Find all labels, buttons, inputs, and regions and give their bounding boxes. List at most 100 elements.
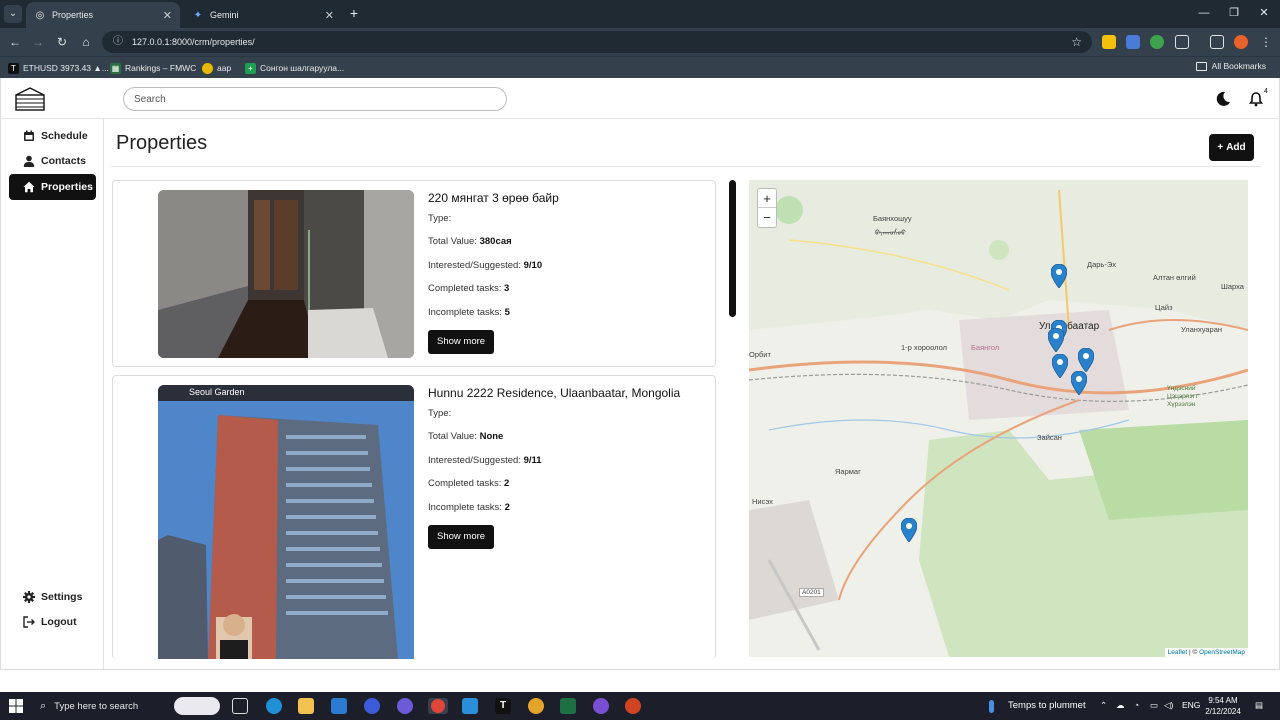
language-indicator[interactable]: ENG (1182, 700, 1200, 710)
weather-widget[interactable]: Temps to plummet (1008, 700, 1086, 711)
attribution-separator: | © (1187, 649, 1200, 656)
excel-icon[interactable] (560, 698, 576, 714)
sidebar-item-contacts[interactable]: Contacts (9, 148, 96, 174)
map-marker-icon[interactable] (901, 518, 917, 542)
property-image[interactable]: Seoul Garden (158, 385, 414, 659)
bookmark-item[interactable]: T ETHUSD 3973.43 ▲... (8, 61, 109, 75)
bookmark-item[interactable]: + Сонгон шалгаруула... (245, 61, 344, 75)
zoom-in-button[interactable]: + (758, 189, 776, 208)
property-title: 220 мянгат 3 өрөө байр (428, 191, 559, 205)
total-value: None (479, 431, 504, 443)
map-label: Дарь-Эх (1087, 260, 1116, 269)
side-panel-icon[interactable] (1210, 35, 1224, 49)
wifi-icon[interactable]: ◔ (1134, 700, 1139, 710)
dark-mode-moon-icon[interactable] (1215, 91, 1231, 107)
notification-center-icon[interactable]: ▤ (1255, 700, 1263, 711)
menu-kebab-icon[interactable]: ⋮ (1257, 33, 1275, 51)
chrome-icon[interactable] (428, 698, 448, 714)
incomplete-label: Incomplete tasks: (428, 306, 502, 318)
bookmark-item[interactable]: аар (202, 61, 231, 75)
home-button[interactable]: ⌂ (77, 33, 95, 51)
osm-link[interactable]: OpenStreetMap (1199, 649, 1245, 656)
close-icon[interactable]: ✕ (163, 9, 172, 22)
tab-title: Properties (52, 10, 94, 20)
windows-taskbar: ⌕ Type here to search T Temps to plummet… (0, 692, 1280, 720)
app-icon[interactable] (364, 698, 380, 714)
forward-button[interactable]: → (29, 33, 47, 51)
edge-icon[interactable] (266, 698, 282, 714)
tab-properties[interactable]: ◎ Properties ✕ (26, 2, 180, 28)
url-text: 127.0.0.1:8000/crm/properties/ (132, 37, 255, 47)
sheets-icon: + (245, 62, 256, 74)
powerpoint-icon[interactable] (625, 698, 641, 714)
notification-bell-icon[interactable] (1248, 91, 1264, 107)
completed-label: Completed tasks: (428, 478, 502, 490)
map-marker-icon[interactable] (1048, 328, 1064, 352)
leaflet-link[interactable]: Leaflet (1168, 649, 1188, 656)
completed-value: 2 (504, 478, 510, 490)
incomplete-row: Incomplete tasks: 2 (428, 500, 688, 523)
bookmark-star-icon[interactable]: ☆ (1071, 35, 1082, 49)
restore-button[interactable]: ❐ (1224, 5, 1244, 21)
logout-icon (23, 616, 35, 628)
bookmark-item[interactable]: ▦ Rankings – FMWC (110, 61, 196, 75)
search-input[interactable] (123, 87, 507, 111)
close-window-button[interactable]: ✕ (1254, 5, 1274, 21)
volume-icon[interactable]: ◁) (1164, 700, 1173, 711)
reload-button[interactable]: ↻ (53, 33, 71, 51)
profile-avatar[interactable] (1234, 35, 1248, 49)
app-icon[interactable] (528, 698, 544, 714)
messenger-icon[interactable] (397, 698, 413, 714)
road-shield: A0201 (799, 588, 824, 597)
network-icon[interactable]: ☁ (1116, 700, 1125, 711)
new-tab-button[interactable]: + (346, 5, 362, 21)
list-scrollbar[interactable] (729, 180, 736, 317)
sidebar-item-settings[interactable]: Settings (9, 584, 96, 610)
clock[interactable]: 9:54 AM 2/12/2024 (1200, 695, 1246, 717)
task-view-icon[interactable] (232, 698, 248, 714)
total-value-label: Total Value: (428, 236, 477, 248)
address-bar[interactable]: ⓘ 127.0.0.1:8000/crm/properties/ ☆ (102, 31, 1092, 53)
mail-icon[interactable] (331, 698, 347, 714)
map-marker-icon[interactable] (1051, 264, 1067, 288)
chevron-up-icon[interactable]: ⌃ (1100, 700, 1107, 711)
tab-gemini[interactable]: ✦ Gemini ✕ (184, 2, 342, 28)
sidebar-item-logout[interactable]: Logout (9, 609, 96, 635)
home-icon (23, 181, 35, 193)
site-info-icon[interactable]: ⓘ (112, 36, 124, 48)
interested-value: 9/11 (523, 454, 542, 466)
all-bookmarks[interactable]: All Bookmarks (1195, 61, 1266, 71)
viber-icon[interactable] (593, 698, 609, 714)
extension-icon[interactable] (1102, 35, 1116, 49)
map-marker-icon[interactable] (1078, 348, 1094, 372)
interested-row: Interested/Suggested: 9/11 (428, 453, 688, 476)
tradingview-icon[interactable]: T (495, 698, 511, 714)
property-photo-building (158, 385, 414, 659)
property-image[interactable] (158, 190, 414, 358)
back-button[interactable]: ← (6, 33, 24, 51)
property-photo-interior (158, 190, 414, 358)
copilot-icon[interactable] (174, 697, 220, 715)
zoom-out-button[interactable]: − (758, 208, 776, 227)
show-more-button[interactable]: Show more (428, 524, 495, 549)
add-button[interactable]: + Add (1209, 134, 1254, 161)
show-more-button[interactable]: Show more (428, 329, 495, 354)
windows-start-icon[interactable] (9, 699, 23, 713)
logo-icon[interactable] (13, 86, 47, 112)
sidebar-item-properties[interactable]: Properties (9, 174, 96, 200)
translate-icon[interactable] (1126, 35, 1140, 49)
tab-search-button[interactable]: ⌄ (4, 5, 22, 23)
time: 9:54 AM (1208, 696, 1238, 705)
close-icon[interactable]: ✕ (325, 9, 334, 22)
vscode-icon[interactable] (462, 698, 478, 714)
minimize-button[interactable]: — (1194, 5, 1214, 21)
properties-map[interactable]: + − Баянхошуу ᠪᠠᠶᠠᠨᠬᠣᠱᠤᠤ Дарь-Эх Алтан ө… (749, 180, 1248, 657)
file-explorer-icon[interactable] (298, 698, 314, 714)
map-marker-icon[interactable] (1052, 354, 1068, 378)
extension-icon[interactable] (1150, 35, 1164, 49)
taskbar-search[interactable]: ⌕ Type here to search (32, 692, 224, 720)
map-marker-icon[interactable] (1071, 371, 1087, 395)
sidebar-item-schedule[interactable]: Schedule (9, 123, 96, 149)
extensions-puzzle-icon[interactable] (1175, 35, 1189, 49)
battery-icon[interactable]: ▭ (1150, 700, 1158, 711)
